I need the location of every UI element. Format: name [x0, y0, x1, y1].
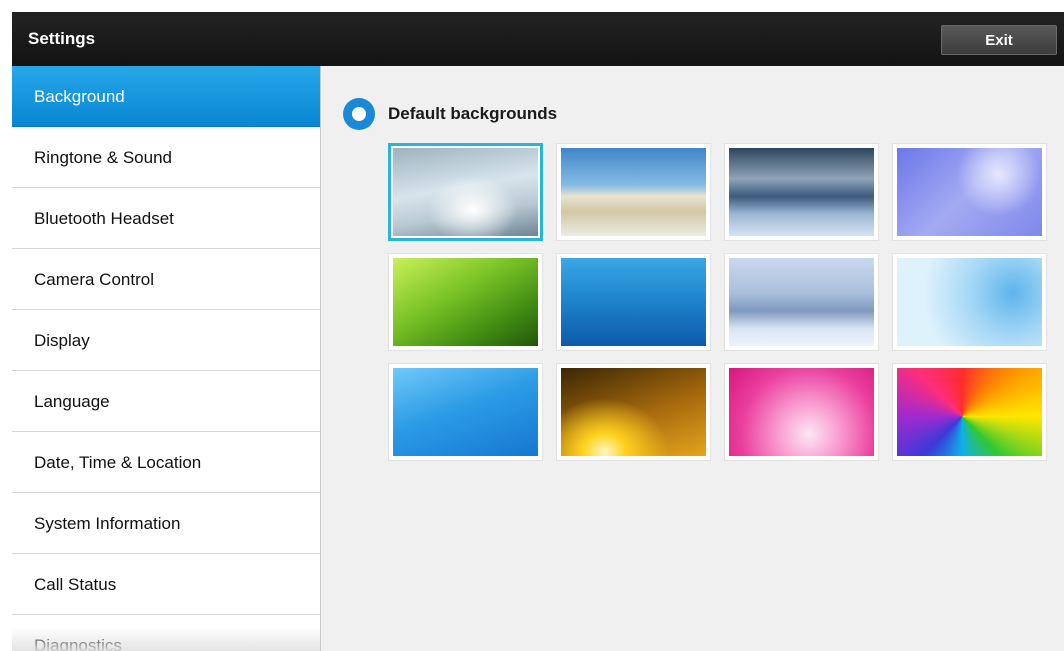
thumbnail-beach-dunes[interactable] — [556, 143, 711, 241]
page-title: Settings — [28, 29, 96, 48]
thumbnail-green-meadow[interactable] — [388, 253, 543, 351]
sidebar-item-display[interactable]: Display — [12, 310, 320, 371]
thumbnail-golden-light[interactable] — [556, 363, 711, 461]
sidebar-item-camera-control[interactable]: Camera Control — [12, 249, 320, 310]
silver-swirl-image — [393, 148, 538, 236]
golden-light-image — [561, 368, 706, 456]
sidebar: Background Ringtone & Sound Bluetooth He… — [12, 66, 321, 651]
sidebar-item-diagnostics[interactable]: Diagnostics — [12, 615, 320, 651]
frost-crystals-image — [729, 258, 874, 346]
background-thumbnail-grid — [388, 143, 1048, 461]
thumbnail-rainbow-burst[interactable] — [892, 363, 1047, 461]
sidebar-item-call-status[interactable]: Call Status — [12, 554, 320, 615]
stormy-sea-image — [729, 148, 874, 236]
thumbnail-underwater-blue[interactable] — [556, 253, 711, 351]
pink-swirl-image — [729, 368, 874, 456]
thumbnail-frost-crystals[interactable] — [724, 253, 879, 351]
default-backgrounds-radio[interactable] — [343, 98, 375, 130]
sidebar-item-date-time-location[interactable]: Date, Time & Location — [12, 432, 320, 493]
thumbnail-stormy-sea[interactable] — [724, 143, 879, 241]
thumbnail-blue-waves[interactable] — [388, 363, 543, 461]
blue-waves-image — [393, 368, 538, 456]
thumbnail-pink-swirl[interactable] — [724, 363, 879, 461]
sidebar-item-background[interactable]: Background — [12, 66, 320, 127]
rainbow-burst-image — [897, 368, 1042, 456]
underwater-blue-image — [561, 258, 706, 346]
section-title: Default backgrounds — [388, 104, 558, 123]
thumbnail-purple-dandelion[interactable] — [892, 143, 1047, 241]
radio-selected-dot — [352, 107, 366, 121]
sidebar-item-ringtone-sound[interactable]: Ringtone & Sound — [12, 127, 320, 188]
light-blue-rings-image — [897, 258, 1042, 346]
green-meadow-image — [393, 258, 538, 346]
exit-button[interactable]: Exit — [941, 25, 1057, 55]
thumbnail-silver-swirl[interactable] — [388, 143, 543, 241]
main-content: Default backgrounds — [321, 66, 1064, 651]
beach-dunes-image — [561, 148, 706, 236]
sidebar-item-system-information[interactable]: System Information — [12, 493, 320, 554]
sidebar-item-language[interactable]: Language — [12, 371, 320, 432]
settings-window: Settings Exit Background Ringtone & Soun… — [12, 12, 1064, 651]
purple-dandelion-image — [897, 148, 1042, 236]
top-bar: Settings Exit — [12, 12, 1064, 66]
sidebar-item-bluetooth-headset[interactable]: Bluetooth Headset — [12, 188, 320, 249]
thumbnail-light-blue-rings[interactable] — [892, 253, 1047, 351]
